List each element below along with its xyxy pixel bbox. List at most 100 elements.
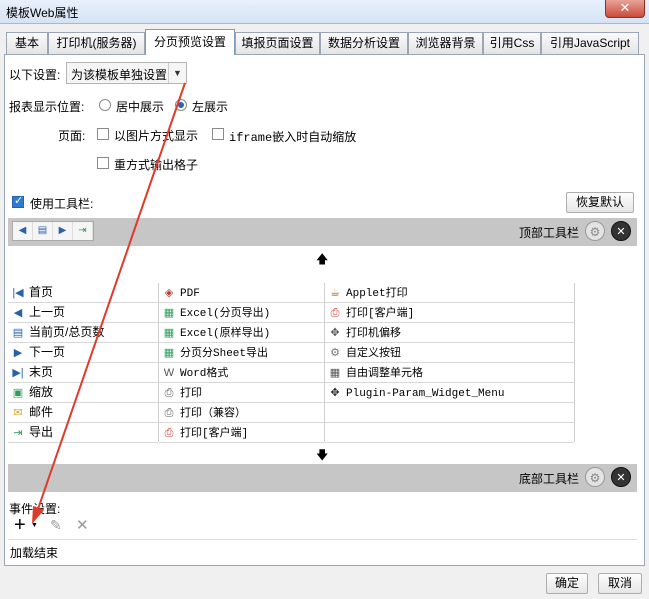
button-option[interactable]: ▤ 当前页/总页数 (8, 323, 158, 343)
next-icon[interactable]: ▶ (53, 222, 73, 240)
button-option-label: 打印机偏移 (346, 328, 401, 340)
button-option[interactable]: ▦ 分页分Sheet导出 (159, 343, 324, 363)
button-option[interactable]: ▶ 下一页 (8, 343, 158, 363)
top-toolbar-label: 顶部工具栏 (518, 226, 579, 240)
button-option[interactable] (325, 423, 574, 443)
button-option[interactable]: ⎙ 打印（兼容） (159, 403, 324, 423)
button-option[interactable]: ◀ 上一页 (8, 303, 158, 323)
button-option-label: 末页 (29, 365, 54, 379)
close-button[interactable]: ✕ (605, 0, 645, 18)
pdf-icon: ◈ (164, 287, 174, 299)
button-option[interactable]: ▦ Excel(原样导出) (159, 323, 324, 343)
button-option[interactable]: ✥ 打印机偏移 (325, 323, 574, 343)
excel-icon: ▦ (163, 327, 175, 339)
button-option-label: 打印 (180, 388, 202, 400)
pdf-print-icon: ⎙ (330, 307, 340, 319)
move-icon: ✥ (330, 327, 340, 339)
left-radio-label: 左展示 (192, 100, 229, 114)
ok-button[interactable]: 确定 (546, 573, 588, 594)
edit-icon[interactable]: ✎ (50, 517, 62, 534)
printer-icon: ⎙ (164, 387, 174, 399)
export-icon: ⇥ (13, 427, 23, 439)
button-option[interactable]: ⚙ 自定义按钮 (325, 343, 574, 363)
arrow-up-icon[interactable]: 🡅 (316, 250, 328, 271)
button-option[interactable]: ▶| 末页 (8, 363, 158, 383)
next-icon: ▶ (13, 347, 23, 359)
button-option[interactable]: ▣ 缩放 (8, 383, 158, 403)
restore-default-button[interactable]: 恢复默认 (566, 192, 634, 213)
button-option[interactable] (325, 403, 574, 423)
event-item[interactable]: 加载结束 (10, 544, 58, 561)
button-option[interactable]: ◈ PDF (159, 283, 324, 303)
page-label: 页面: (58, 129, 86, 143)
move-icon: ✥ (330, 387, 340, 399)
center-radio[interactable] (99, 99, 111, 111)
button-option[interactable]: ▦ Excel(分页导出) (159, 303, 324, 323)
button-option[interactable]: ⎙ 打印[客户端] (159, 423, 324, 443)
button-option-label: 自定义按钮 (346, 348, 401, 360)
gear-icon[interactable]: ⚙ (585, 221, 605, 241)
first-icon: |◀ (12, 287, 24, 299)
use-toolbar-checkbox[interactable] (12, 194, 24, 208)
left-radio[interactable] (175, 99, 187, 111)
scope-select-value: 为该模板单独设置 (71, 68, 168, 82)
image-checkbox[interactable] (97, 128, 109, 140)
tab-javascript[interactable]: 引用JavaScript (541, 32, 639, 54)
bottom-toolbar: 底部工具栏 ⚙ ✕ (8, 464, 637, 492)
heavy-checkbox-label: 重方式输出格子 (114, 158, 199, 172)
button-option-label: 上一页 (29, 305, 66, 319)
button-option[interactable]: ⎙ 打印[客户端] (325, 303, 574, 323)
tab-css[interactable]: 引用Css (483, 32, 541, 54)
heavy-checkbox[interactable] (97, 157, 109, 169)
iframe-checkbox[interactable] (212, 128, 224, 140)
button-option[interactable]: |◀ 首页 (8, 283, 158, 303)
button-option[interactable]: W Word格式 (159, 363, 324, 383)
close-icon[interactable]: ✕ (611, 221, 631, 241)
page-number-icon[interactable]: ▤ (33, 222, 53, 240)
delete-icon[interactable]: ✕ (76, 516, 89, 534)
scope-select[interactable]: 为该模板单独设置 ▼ (66, 62, 187, 84)
close-icon[interactable]: ✕ (611, 467, 631, 487)
button-option[interactable]: ✥ Plugin-Param_Widget_Menu (325, 383, 574, 403)
cancel-button[interactable]: 取消 (598, 573, 642, 594)
button-option-label: 打印[客户端] (180, 428, 249, 440)
grid-icon: ▦ (329, 367, 341, 379)
position-label: 报表显示位置: (9, 100, 85, 114)
button-option-label: Excel(分页导出) (180, 308, 271, 320)
tab-data-analysis[interactable]: 数据分析设置 (320, 32, 408, 54)
button-option[interactable]: ✉ 邮件 (8, 403, 158, 423)
scope-label: 以下设置: (9, 68, 61, 82)
chevron-down-icon: ▼ (168, 63, 186, 83)
button-option[interactable]: ☕ Applet打印 (325, 283, 574, 303)
page-icon: ▤ (12, 327, 24, 339)
bottom-toolbar-label: 底部工具栏 (518, 472, 579, 486)
export-icon[interactable]: ⇥ (73, 222, 93, 240)
mail-icon: ✉ (13, 407, 23, 419)
title-bar: 模板Web属性 ✕ (0, 0, 649, 24)
button-option[interactable]: ▦ 自由调整单元格 (325, 363, 574, 383)
button-option-label: Applet打印 (346, 288, 408, 300)
prev-icon[interactable]: ◀ (13, 222, 33, 240)
top-toolbar-buttons: ◀ ▤ ▶ ⇥ (12, 221, 94, 241)
gear-icon[interactable]: ⚙ (585, 467, 605, 487)
iframe-checkbox-label: iframe嵌入时自动缩放 (229, 131, 357, 145)
last-icon: ▶| (12, 367, 24, 379)
prev-icon: ◀ (13, 307, 23, 319)
chevron-down-icon[interactable]: ▼ (31, 522, 38, 529)
tab-printer-server[interactable]: 打印机(服务器) (48, 32, 145, 54)
button-option[interactable]: ⎙ 打印 (159, 383, 324, 403)
button-grid: |◀ 首页 ◀ 上一页 ▤ 当前页/总页数 ▶ 下一页 ▶| 末页 ▣ 缩放 ✉ 邮件 ⇥ 导出 ◈ PDF ▦ Ex… (8, 283, 637, 443)
tab-fill-page[interactable]: 填报页面设置 (235, 32, 320, 54)
event-list: 加载结束 (8, 539, 637, 564)
button-option-label: 当前页/总页数 (29, 325, 105, 339)
tab-page-preview[interactable]: 分页预览设置 (145, 29, 235, 55)
add-icon[interactable]: + (14, 515, 26, 535)
button-option-label: 邮件 (29, 405, 54, 419)
top-toolbar: ◀ ▤ ▶ ⇥ 顶部工具栏 ⚙ ✕ (8, 218, 637, 246)
button-option-label: 下一页 (29, 345, 66, 359)
button-option-label: 首页 (29, 285, 54, 299)
printer-icon: ⎙ (164, 407, 174, 419)
tab-basic[interactable]: 基本 (6, 32, 48, 54)
button-option[interactable]: ⇥ 导出 (8, 423, 158, 443)
tab-browser-background[interactable]: 浏览器背景 (408, 32, 483, 54)
